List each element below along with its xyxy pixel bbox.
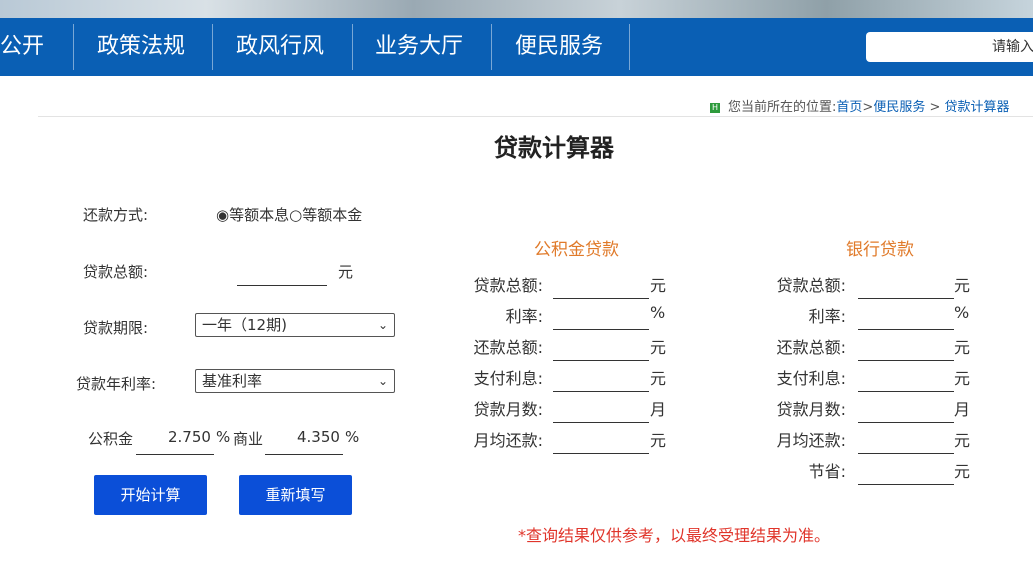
loan-term-label: 贷款期限: [83,319,149,337]
gjj-result-output [553,453,649,454]
radio-equal-principal-label[interactable]: 等额本金 [302,206,362,224]
gjj-loan-title: 公积金贷款 [534,240,619,260]
breadcrumb-separator: > [929,100,941,115]
chevron-down-icon: ⌄ [377,318,388,332]
gjj-rate-percent: % [216,428,231,446]
header-banner-image [0,0,1033,18]
loan-total-unit: 元 [338,263,354,281]
breadcrumb: H 您当前所在的位置:首页>便民服务 > 贷款计算器 [710,96,1010,115]
radio-equal-installment-label[interactable]: 等额本息 [229,206,289,224]
loan-term-select[interactable]: 一年（12期) ⌄ [195,313,395,337]
bank-result-unit: 元 [954,338,971,357]
biz-rate-underline [265,454,343,455]
gjj-result-unit: 元 [650,338,667,357]
nav-item-conduct[interactable]: 政风行风 [236,18,324,76]
divider [38,116,1033,117]
repay-method-label: 还款方式: [83,206,149,224]
bank-result-output [858,329,954,330]
bank-result-unit: 元 [954,431,971,450]
bank-result-label: 贷款总额: [776,276,846,295]
gjj-rate-label: 公积金 [88,430,134,448]
loan-term-value: 一年（12期) [202,316,287,334]
bank-result-output [858,453,954,454]
gjj-result-label: 利率: [505,307,543,326]
nav-divider [491,24,492,70]
bank-result-label: 利率: [808,307,846,326]
bank-result-output [858,391,954,392]
bank-result-output [858,298,954,299]
calculate-button[interactable]: 开始计算 [94,475,207,515]
gjj-result-label: 贷款月数: [473,400,543,419]
radio-equal-principal[interactable]: ○ [289,206,302,224]
biz-rate-percent: % [345,428,360,446]
gjj-result-label: 支付利息: [473,369,543,388]
loan-total-label: 贷款总额: [83,263,149,281]
gjj-result-label: 还款总额: [473,338,543,357]
nav-divider [629,24,630,70]
breadcrumb-separator: > [862,100,874,115]
gjj-result-unit: 元 [650,369,667,388]
gjj-result-label: 月均还款: [473,431,543,450]
gjj-rate-underline [136,454,214,455]
nav-item-policy[interactable]: 政策法规 [97,18,185,76]
gjj-result-output [553,422,649,423]
page-title: 贷款计算器 [494,134,614,162]
bank-result-label: 贷款月数: [776,400,846,419]
nav-item-public[interactable]: 公开 [0,18,44,76]
gjj-result-unit: 元 [650,276,667,295]
gjj-result-unit: % [650,303,666,322]
search-box [866,32,1033,62]
gjj-result-output [553,329,649,330]
gjj-result-unit: 元 [650,431,667,450]
breadcrumb-page-link[interactable]: 贷款计算器 [945,100,1010,115]
main-nav: 公开 政策法规 政风行风 业务大厅 便民服务 [0,18,1033,76]
bank-result-output [858,422,954,423]
gjj-result-unit: 月 [650,400,667,419]
breadcrumb-section-link[interactable]: 便民服务 [873,100,925,115]
nav-divider [352,24,353,70]
breadcrumb-home-link[interactable]: 首页 [836,100,862,115]
bank-result-label: 支付利息: [776,369,846,388]
chevron-down-icon: ⌄ [377,374,388,388]
save-label: 节省: [808,462,846,481]
nav-divider [73,24,74,70]
biz-rate-label: 商业 [233,430,264,448]
biz-rate-input[interactable]: 4.350 [297,428,340,446]
bank-result-output [858,360,954,361]
search-input[interactable] [866,32,1033,62]
loan-rate-select[interactable]: 基准利率 ⌄ [195,369,395,393]
loan-total-input[interactable] [237,285,327,286]
radio-equal-installment[interactable]: ◉ [216,206,229,224]
gjj-result-output [553,298,649,299]
nav-item-convenience[interactable]: 便民服务 [515,18,603,76]
bank-result-unit: 月 [954,400,971,419]
disclaimer-note: *查询结果仅供参考，以最终受理结果为准。 [518,526,831,545]
repay-method-options: ◉等额本息○等额本金 [216,204,362,225]
nav-item-service-hall[interactable]: 业务大厅 [375,18,463,76]
save-output [858,484,954,485]
save-unit: 元 [954,462,971,481]
bank-result-unit: % [954,303,970,322]
loan-rate-value: 基准利率 [202,372,263,390]
loan-rate-label: 贷款年利率: [76,375,157,393]
reset-button[interactable]: 重新填写 [239,475,352,515]
bank-result-unit: 元 [954,276,971,295]
nav-divider [212,24,213,70]
bank-result-label: 月均还款: [776,431,846,450]
gjj-result-label: 贷款总额: [473,276,543,295]
bank-result-unit: 元 [954,369,971,388]
gjj-result-output [553,360,649,361]
gjj-result-output [553,391,649,392]
breadcrumb-prefix: 您当前所在的位置: [728,100,837,115]
bank-loan-title: 银行贷款 [846,240,914,260]
location-icon: H [710,102,720,113]
gjj-rate-input[interactable]: 2.750 [168,428,211,446]
bank-result-label: 还款总额: [776,338,846,357]
